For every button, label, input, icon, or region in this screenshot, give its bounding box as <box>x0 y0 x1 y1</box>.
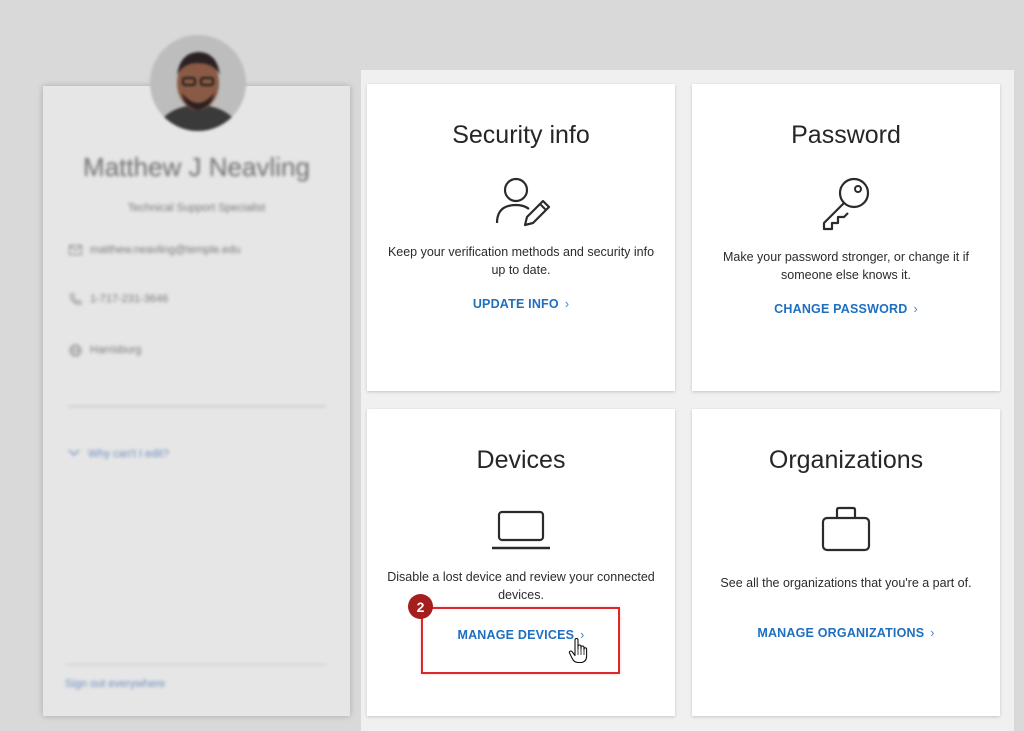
tile-description: See all the organizations that you're a … <box>720 576 972 590</box>
profile-location: Harrisburg <box>90 344 142 356</box>
profile-name: Matthew J Neavling <box>83 152 310 182</box>
globe-icon <box>68 343 82 357</box>
laptop-icon <box>489 496 553 560</box>
change-password-label: CHANGE PASSWORD <box>774 302 908 316</box>
profile-role: Technical Support Specialist <box>127 202 266 214</box>
sign-out-everywhere-link[interactable]: Sign out everywhere <box>65 678 165 690</box>
profile-phone: 1-717-231-3646 <box>90 293 169 305</box>
profile-location-row: Harrisburg <box>68 343 141 357</box>
why-cant-i-edit-label: Why can't I edit? <box>88 448 169 460</box>
devices-tile: Devices Disable a lost device and review… <box>367 409 675 716</box>
update-info-label: UPDATE INFO <box>472 297 559 311</box>
tile-title: Password <box>791 121 901 149</box>
chevron-down-icon <box>68 448 80 460</box>
manage-devices-link[interactable]: MANAGE DEVICES › <box>367 628 675 642</box>
profile-phone-row: 1-717-231-3646 <box>68 292 168 306</box>
tile-description: Make your password stronger, or change i… <box>723 250 969 282</box>
change-password-link[interactable]: CHANGE PASSWORD › <box>692 302 1000 316</box>
phone-icon <box>68 292 82 306</box>
my-account-page: Matthew J Neavling Technical Support Spe… <box>0 0 1024 731</box>
profile-email-row: matthew.neavling@temple.edu <box>68 243 241 257</box>
user-edit-icon <box>489 171 553 235</box>
manage-organizations-link[interactable]: MANAGE ORGANIZATIONS › <box>692 626 1000 640</box>
password-tile: Password Make your password stronger, or… <box>692 84 1000 391</box>
profile-card: Matthew J Neavling Technical Support Spe… <box>43 35 350 716</box>
manage-organizations-label: MANAGE ORGANIZATIONS <box>757 626 925 640</box>
tile-description: Keep your verification methods and secur… <box>387 245 655 277</box>
manage-devices-label: MANAGE DEVICES <box>457 628 575 642</box>
hand-pointer-icon <box>568 637 590 664</box>
chevron-right-icon: › <box>564 297 570 311</box>
security-info-tile: Security info Keep your verification met… <box>367 84 675 391</box>
why-cant-i-edit-link[interactable]: Why can't I edit? <box>68 448 169 460</box>
chevron-right-icon: › <box>930 626 935 640</box>
tile-title: Devices <box>476 446 566 474</box>
organizations-tile: Organizations See all the organizations … <box>692 409 1000 716</box>
profile-details: Matthew J Neavling Technical Support Spe… <box>43 86 350 716</box>
profile-email: matthew.neavling@temple.edu <box>90 244 241 256</box>
update-info-link[interactable]: UPDATE INFO › <box>367 297 675 311</box>
key-icon <box>814 171 878 235</box>
profile-divider <box>68 406 326 407</box>
tile-title: Organizations <box>768 446 924 474</box>
tile-title: Security info <box>452 121 590 149</box>
briefcase-icon <box>814 496 878 560</box>
step-number-badge: 2 <box>408 594 433 619</box>
mail-icon <box>68 243 82 257</box>
profile-divider-bottom <box>65 664 327 665</box>
chevron-right-icon: › <box>913 302 918 316</box>
